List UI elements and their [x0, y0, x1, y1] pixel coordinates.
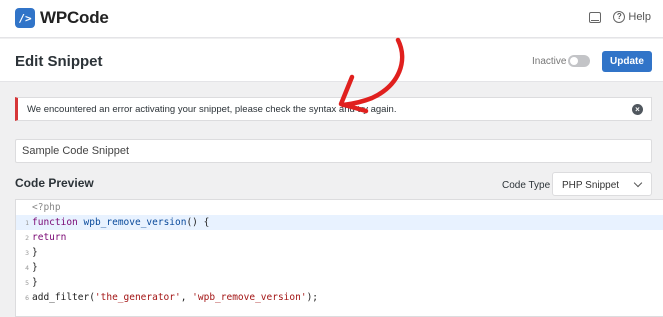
code-line: 4 } — [16, 260, 663, 275]
snippet-title-input[interactable] — [15, 139, 652, 163]
code-text: } — [32, 247, 38, 258]
line-number: 2 — [25, 233, 29, 242]
code-type-label: Code Type — [502, 180, 551, 191]
code-editor[interactable]: <?php 1 function wpb_remove_version() { … — [15, 199, 663, 317]
line-number: 1 — [25, 218, 29, 227]
code-text: } — [32, 262, 38, 273]
code-line: 3 } — [16, 245, 663, 260]
code-preview-title: Code Preview — [15, 176, 94, 190]
line-number: 3 — [25, 248, 29, 257]
line-number: 6 — [25, 293, 29, 302]
code-text: <?php — [32, 202, 61, 213]
code-type-select[interactable]: PHP Snippet — [552, 172, 652, 196]
code-line: <?php — [16, 200, 663, 215]
code-text: ); — [306, 292, 319, 303]
code-keyword: function — [32, 217, 78, 228]
code-text: add_filter( — [32, 292, 95, 303]
code-function-name: wpb_remove_version — [83, 217, 187, 228]
code-line: 2 return — [16, 230, 663, 245]
code-text: , — [180, 292, 193, 303]
line-number: 5 — [25, 278, 29, 287]
chevron-down-icon — [633, 178, 643, 188]
code-string: 'the_generator' — [94, 292, 181, 303]
code-line: 1 function wpb_remove_version() { — [16, 215, 663, 230]
line-number: 4 — [25, 263, 29, 272]
code-type-value: PHP Snippet — [562, 180, 620, 191]
code-text: () { — [186, 217, 210, 228]
code-line: 6 add_filter('the_generator', 'wpb_remov… — [16, 290, 663, 305]
code-text: } — [32, 277, 38, 288]
code-keyword: return — [32, 232, 67, 243]
code-line: 5 } — [16, 275, 663, 290]
code-string: 'wpb_remove_version' — [192, 292, 307, 303]
